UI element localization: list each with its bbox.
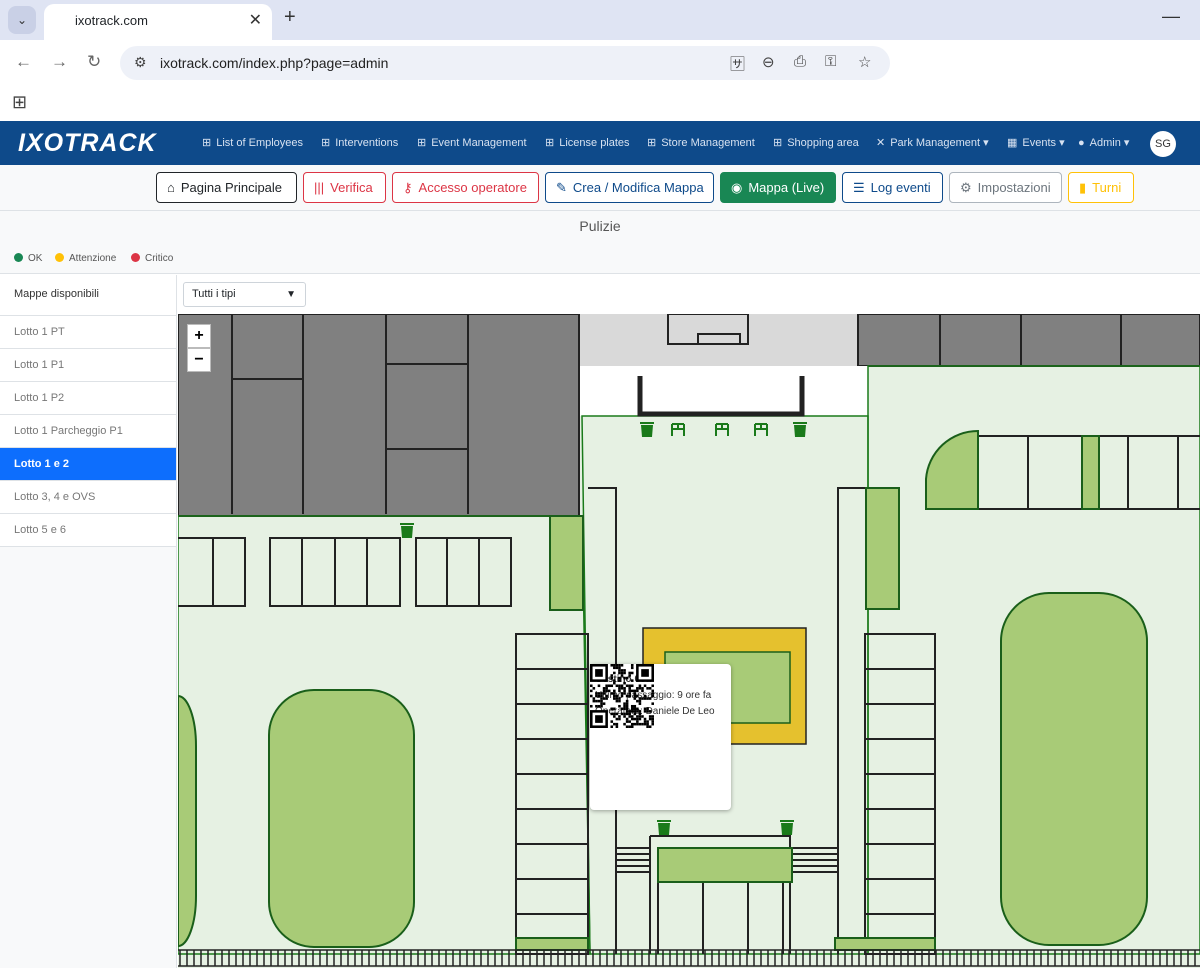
legend-ok: OK	[14, 253, 42, 264]
gear-icon: ⚙	[960, 180, 972, 195]
nav-event-management[interactable]: ⊞ Event Management	[417, 136, 527, 149]
sidebar-item-lotto-3-4-ovs[interactable]: Lotto 3, 4 e OVS	[0, 481, 176, 514]
settings-button[interactable]: ⚙ Impostazioni	[949, 172, 1062, 203]
app-navbar: IXOTRACK ⊞ List of Employees ⊞ Interventio…	[0, 121, 1200, 165]
warning-dot-icon	[55, 253, 64, 262]
key-icon: ⚷	[403, 180, 413, 195]
password-key-icon[interactable]: ⚿	[825, 53, 836, 70]
qr-code-icon	[590, 664, 654, 728]
sidebar-heading: Mappe disponibili	[0, 275, 176, 316]
nav-admin[interactable]: ● Admin ▾	[1078, 136, 1129, 149]
floor-plan	[178, 314, 1200, 967]
brand-logo[interactable]: IXOTRACK	[18, 129, 157, 158]
avatar[interactable]: SG	[1150, 131, 1176, 157]
install-icon[interactable]: ⎙	[794, 53, 806, 70]
site-info-icon[interactable]: ⚙	[134, 54, 147, 71]
table-icon: ⊞	[417, 137, 427, 149]
nav-interventions[interactable]: ⊞ Interventions	[321, 136, 398, 149]
critical-dot-icon	[131, 253, 140, 262]
bookmarks-bar: ⊞	[0, 86, 1200, 120]
benches	[671, 423, 768, 436]
sidebar-item-lotto-1-pt[interactable]: Lotto 1 PT	[0, 316, 176, 349]
chevron-down-icon: ▼	[286, 289, 296, 300]
bench-icon	[671, 423, 685, 436]
type-filter-select[interactable]: Tutti i tipi ▼	[183, 282, 306, 307]
tools-icon: ✕	[876, 137, 886, 149]
event-log-button[interactable]: ☰ Log eventi	[842, 172, 943, 203]
browser-tab[interactable]: ixotrack.com ✕	[44, 4, 272, 40]
new-tab-icon[interactable]: +	[284, 6, 296, 29]
zoom-in-button[interactable]: +	[187, 324, 211, 348]
nav-license-plates[interactable]: ⊞ License plates	[545, 136, 630, 149]
sidebar-item-lotto-1-e-2[interactable]: Lotto 1 e 2	[0, 448, 176, 481]
reload-icon[interactable]: ↻	[87, 52, 101, 72]
nav-shopping-area[interactable]: ⊞ Shopping area	[773, 136, 859, 149]
nav-events[interactable]: ▦ Events ▾	[1007, 136, 1065, 149]
sidebar-item-lotto-1-p2[interactable]: Lotto 1 P2	[0, 382, 176, 415]
apps-grid-icon[interactable]: ⊞	[12, 92, 27, 113]
legend-warning: Attenzione	[55, 253, 116, 264]
tab-title: ixotrack.com	[75, 13, 148, 28]
pencil-icon: ✎	[556, 180, 567, 195]
bookmark-star-icon[interactable]: ☆	[858, 53, 871, 71]
home-icon: ⌂	[167, 180, 175, 195]
white-area	[580, 366, 868, 416]
calendar-icon: ▦	[1007, 137, 1018, 149]
floor-map[interactable]: + − Cestino 08a Ultimo passaggio: 9 ore …	[178, 314, 1200, 968]
ok-dot-icon	[14, 253, 23, 262]
close-tab-icon[interactable]: ✕	[249, 4, 262, 38]
clipboard-icon: ▮	[1079, 180, 1087, 195]
sidebar-item-lotto-5-e-6[interactable]: Lotto 5 e 6	[0, 514, 176, 547]
tab-search-icon[interactable]: ⌄	[8, 6, 36, 34]
bench-icon	[715, 423, 729, 436]
trash-bin-icon	[793, 422, 807, 437]
minimize-icon[interactable]: —	[1162, 6, 1180, 27]
list-icon: ☰	[853, 180, 865, 195]
browser-tab-strip: ⌄ ixotrack.com ✕ + —	[0, 0, 1200, 40]
address-bar[interactable]: ⚙ ixotrack.com/index.php?page=admin 🈂 ⊖ …	[120, 46, 890, 80]
translate-icon[interactable]: 🈂	[730, 53, 745, 74]
shifts-button[interactable]: ▮ Turni	[1068, 172, 1134, 203]
table-icon: ⊞	[202, 137, 212, 149]
live-map-button[interactable]: ◉ Mappa (Live)	[720, 172, 836, 203]
map-fence	[178, 949, 1200, 967]
maps-sidebar: Mappe disponibili Lotto 1 PT Lotto 1 P1 …	[0, 275, 177, 968]
filter-bar: Tutti i tipi ▼	[178, 275, 1200, 314]
status-legend: OK Attenzione Critico	[0, 245, 1200, 274]
nav-list-of-employees[interactable]: ⊞ List of Employees	[202, 136, 303, 149]
table-icon: ⊞	[545, 137, 555, 149]
page-title: Pulizie	[0, 211, 1200, 245]
table-icon: ⊞	[647, 137, 657, 149]
table-icon: ⊞	[773, 137, 783, 149]
url-text[interactable]: ixotrack.com/index.php?page=admin	[160, 55, 388, 71]
barcode-icon: |||	[314, 180, 325, 195]
zoom-icon[interactable]: ⊖	[762, 53, 775, 71]
eye-icon: ◉	[731, 180, 743, 195]
trash-bin-icon	[400, 523, 414, 538]
edit-map-button[interactable]: ✎ Crea / Modifica Mappa	[545, 172, 714, 203]
nav-park-management[interactable]: ✕ Park Management ▾	[876, 136, 989, 149]
bench-icon	[754, 423, 768, 436]
sidebar-item-lotto-1-p1[interactable]: Lotto 1 P1	[0, 349, 176, 382]
back-icon[interactable]: ←	[15, 52, 32, 72]
forward-icon[interactable]: →	[51, 52, 68, 72]
sidebar-item-lotto-1-parcheggio-p1[interactable]: Lotto 1 Parcheggio P1	[0, 415, 176, 448]
trash-bin-icon	[640, 422, 654, 437]
user-icon: ●	[1078, 137, 1085, 149]
operator-access-button[interactable]: ⚷ Accesso operatore	[392, 172, 539, 203]
nav-store-management[interactable]: ⊞ Store Management	[647, 136, 755, 149]
action-bar: ⌂ Pagina Principale ||| Verifica ⚷ Accesso …	[0, 165, 1200, 211]
table-icon: ⊞	[321, 137, 331, 149]
browser-toolbar: ← → ↻ ⚙ ixotrack.com/index.php?page=admi…	[0, 40, 1200, 86]
marker-popup: Cestino 08a Ultimo passaggio: 9 ore fa O…	[590, 664, 731, 810]
home-button[interactable]: ⌂ Pagina Principale	[156, 172, 297, 203]
trash-bin-icon	[657, 820, 671, 835]
zoom-out-button[interactable]: −	[187, 348, 211, 372]
trash-bin-icon	[780, 820, 794, 835]
legend-critical: Critico	[131, 253, 173, 264]
verify-button[interactable]: ||| Verifica	[303, 172, 386, 203]
